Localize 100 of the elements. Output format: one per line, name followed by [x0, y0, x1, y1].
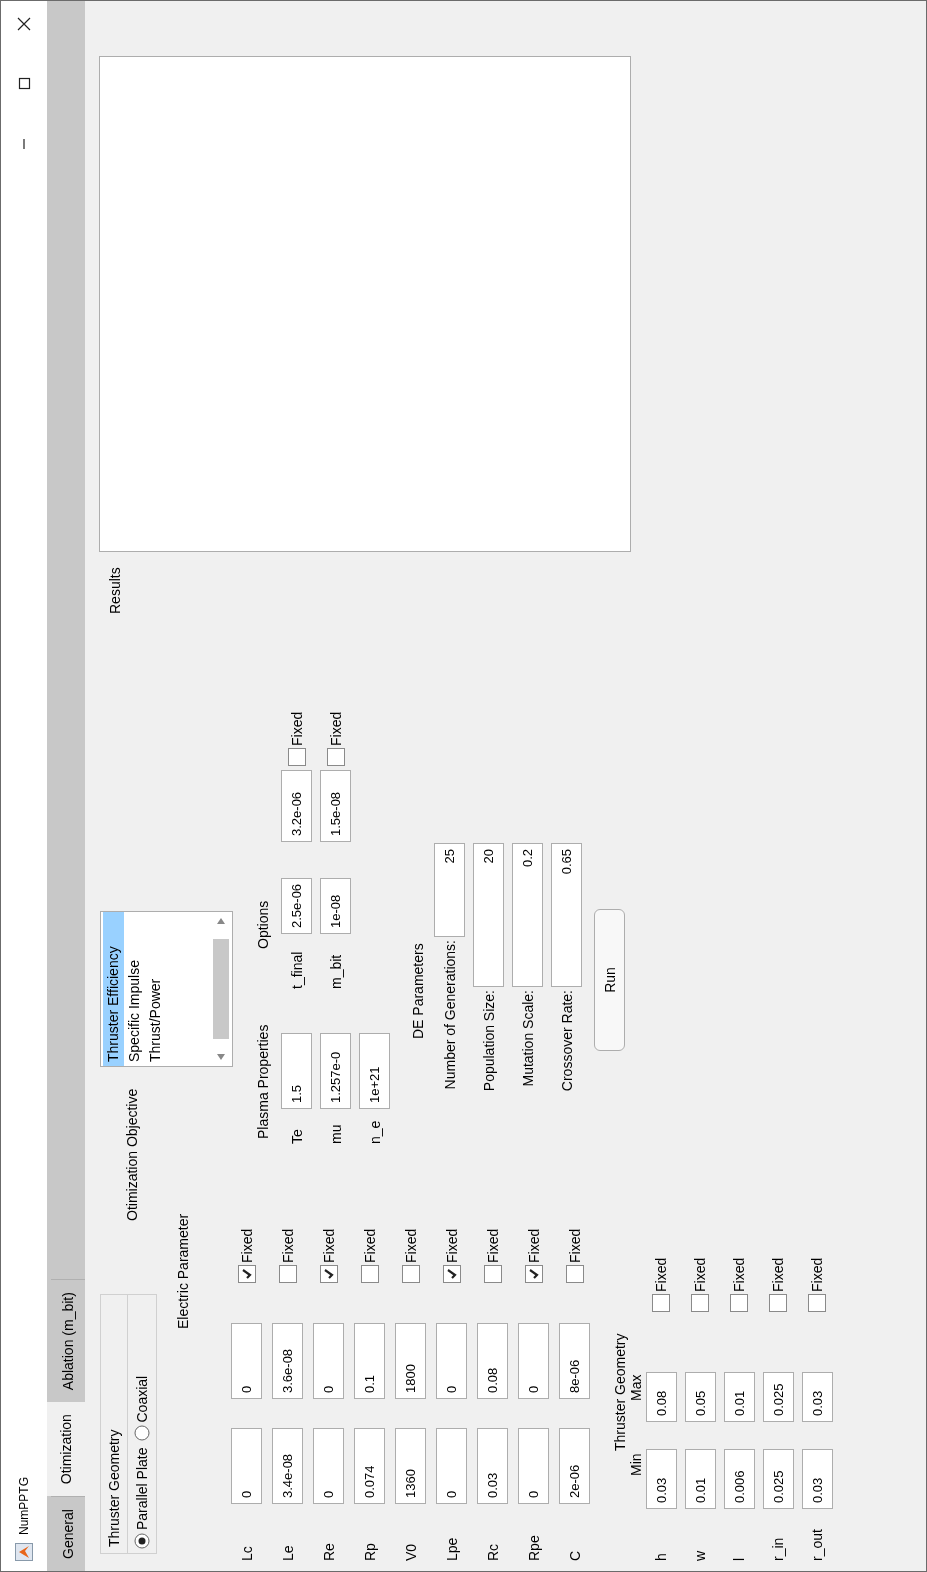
checkbox[interactable] — [769, 1294, 787, 1312]
checkbox[interactable] — [326, 748, 345, 766]
input-field[interactable]: 0.03 — [801, 1449, 833, 1509]
input-field[interactable]: 0.03 — [645, 1449, 677, 1509]
checkbox[interactable] — [808, 1294, 826, 1312]
input-field[interactable]: 0 — [518, 1428, 549, 1504]
input-field[interactable]: 0 — [313, 1323, 344, 1399]
list-item[interactable]: Thruster Efficiency — [103, 912, 124, 1066]
window-title: NumPPTG — [17, 1477, 31, 1535]
checkbox[interactable] — [652, 1294, 670, 1312]
input-field[interactable]: 3.4e-08 — [272, 1428, 303, 1504]
input-field[interactable]: 3.6e-08 — [272, 1323, 303, 1399]
input-field[interactable]: 0 — [436, 1428, 467, 1504]
parameter-label: Number of Generations: — [441, 940, 458, 1090]
tab[interactable]: Otimization — [47, 1402, 85, 1497]
checkbox[interactable] — [319, 1265, 338, 1283]
checkbox[interactable] — [565, 1265, 584, 1283]
parameter-label: m_bit — [327, 953, 344, 989]
parameter-label: Lpe — [443, 1536, 460, 1561]
input-field[interactable]: 0.025 — [762, 1449, 794, 1509]
parameter-label: Lc — [238, 1545, 255, 1561]
input-field[interactable]: 3.2e-06 — [281, 770, 312, 842]
parameter-label: C — [566, 1549, 583, 1561]
column-header: Max — [628, 1374, 644, 1401]
input-field[interactable]: 0.01 — [723, 1372, 755, 1422]
checkbox[interactable] — [287, 748, 306, 766]
input-field[interactable]: 1.5e-08 — [320, 770, 351, 842]
checkbox[interactable] — [360, 1265, 379, 1283]
input-field[interactable]: 0 — [518, 1323, 549, 1399]
input-field[interactable]: 0.08 — [477, 1323, 508, 1399]
section-title: Thruster Geometry — [612, 1333, 628, 1451]
checkbox[interactable] — [524, 1265, 543, 1283]
radio-button[interactable] — [134, 1425, 150, 1442]
checkbox[interactable] — [401, 1265, 420, 1283]
input-field[interactable]: 0 — [313, 1428, 344, 1504]
parameter-label: Mutation Scale: — [519, 990, 536, 1087]
checkbox-label: Fixed — [320, 1228, 337, 1263]
checkbox[interactable] — [278, 1265, 297, 1283]
parameter-label: Rp — [361, 1542, 378, 1561]
input-field[interactable]: 2.5e-06 — [281, 878, 312, 934]
input-field[interactable]: 0.08 — [645, 1372, 677, 1422]
parameter-label: Le — [279, 1544, 296, 1561]
input-field[interactable]: 1.257e-0 — [320, 1033, 351, 1109]
radio-label: Coaxial — [134, 1375, 150, 1423]
checkbox-label: Fixed — [402, 1228, 419, 1263]
input-field[interactable]: 0.01 — [684, 1449, 716, 1509]
parameter-label: Crossover Rate: — [558, 990, 575, 1092]
checkbox-label: Fixed — [484, 1228, 501, 1263]
parameter-label: h — [653, 1552, 669, 1561]
radio-button[interactable] — [134, 1533, 150, 1549]
checkbox[interactable] — [691, 1294, 709, 1312]
input-field[interactable]: 0.074 — [354, 1428, 385, 1504]
group-title: Thruster Geometry — [101, 1295, 128, 1553]
list-item[interactable]: Specific Impulse — [124, 912, 145, 1066]
section-title: Electric Parameter — [175, 1213, 191, 1329]
parameter-label: V0 — [402, 1542, 419, 1561]
section-title: Options — [255, 900, 272, 949]
input-field[interactable]: 1800 — [395, 1323, 426, 1399]
input-field[interactable]: 0.006 — [723, 1449, 755, 1509]
parameter-label: l — [731, 1556, 747, 1561]
checkbox[interactable] — [730, 1294, 748, 1312]
input-field[interactable]: 1e-08 — [320, 878, 351, 934]
input-field[interactable]: 1.5 — [281, 1033, 312, 1109]
checkbox-label: Fixed — [525, 1228, 542, 1263]
checkbox-label: Fixed — [238, 1228, 255, 1263]
scroll-thumb[interactable] — [213, 939, 229, 1039]
checkbox-label: Fixed — [731, 1257, 747, 1292]
app-icon[interactable] — [15, 1543, 33, 1561]
checkbox-label: Fixed — [566, 1228, 583, 1263]
parameter-label: r_in — [770, 1536, 786, 1561]
checkbox-label: Fixed — [279, 1228, 296, 1263]
input-field[interactable]: 25 — [434, 843, 465, 937]
input-field[interactable]: 0.03 — [477, 1428, 508, 1504]
input-field[interactable]: 0.03 — [801, 1372, 833, 1422]
input-field[interactable]: 0.65 — [551, 843, 582, 987]
objective-list[interactable]: Thruster Efficiency Specific Impulse Thrust/Power — [100, 911, 233, 1067]
list-item[interactable]: Thrust/Power — [145, 912, 166, 1066]
column-header: Min — [628, 1452, 644, 1476]
input-field[interactable]: 0.05 — [684, 1372, 716, 1422]
run-button[interactable]: Run — [594, 909, 625, 1051]
input-field[interactable]: 2e-06 — [559, 1428, 590, 1504]
input-field[interactable]: 0.1 — [354, 1323, 385, 1399]
parameter-label: mu — [327, 1123, 344, 1144]
checkbox[interactable] — [442, 1265, 461, 1283]
input-field[interactable]: 0 — [231, 1428, 262, 1504]
input-field[interactable]: 1e+21 — [359, 1033, 390, 1109]
checkbox-label: Fixed — [361, 1228, 378, 1263]
section-title: DE Parameters — [410, 943, 426, 1039]
input-field[interactable]: 0.025 — [762, 1372, 794, 1422]
input-field[interactable]: 0 — [231, 1323, 262, 1399]
input-field[interactable]: 1360 — [395, 1428, 426, 1504]
radio-label: Parallel Plate — [134, 1447, 150, 1530]
parameter-label: w — [692, 1549, 708, 1561]
input-field[interactable]: 0.2 — [512, 843, 543, 987]
input-field[interactable]: 20 — [473, 843, 504, 987]
checkbox[interactable] — [483, 1265, 502, 1283]
checkbox-label: Fixed — [770, 1257, 786, 1292]
checkbox[interactable] — [237, 1265, 256, 1283]
input-field[interactable]: 8e-06 — [559, 1323, 590, 1399]
input-field[interactable]: 0 — [436, 1323, 467, 1399]
